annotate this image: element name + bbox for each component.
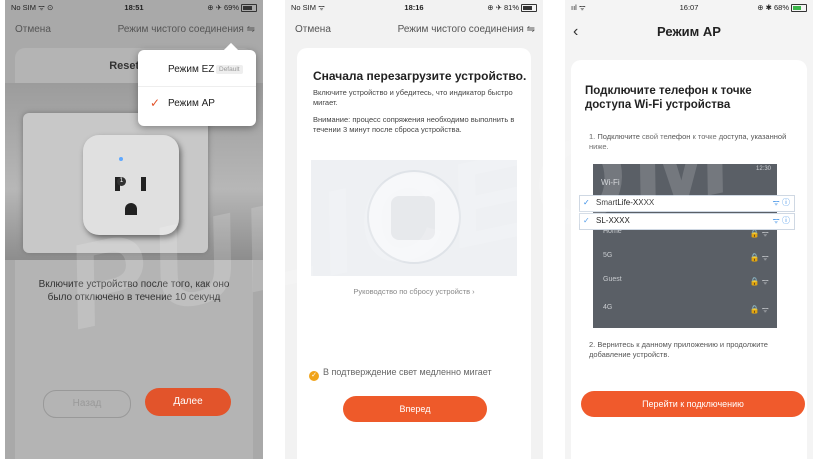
device-illustration bbox=[311, 160, 517, 276]
ground-hole bbox=[125, 203, 137, 215]
wifi-heading: Wi-Fi bbox=[601, 178, 620, 187]
next-button[interactable]: Далее bbox=[145, 388, 231, 416]
step-1-text: 1. Подключите свой телефон к точке досту… bbox=[589, 132, 787, 151]
wifi-info-icon: ᯤ ⓘ bbox=[772, 216, 790, 225]
checkmark-icon: ✓ bbox=[583, 198, 590, 207]
default-badge: Default bbox=[216, 65, 243, 74]
next-button[interactable]: Вперед bbox=[343, 396, 487, 422]
cancel-button[interactable]: Отмена bbox=[15, 24, 51, 35]
status-bar: ııl ᯤ 16:07 ⊕ ✱ 68% bbox=[571, 3, 807, 15]
wifi-signal-icon: 🔒 ᯤ bbox=[749, 253, 770, 262]
back-button[interactable]: Назад bbox=[43, 390, 131, 418]
wifi-info-icon: ᯤ ⓘ bbox=[772, 198, 790, 207]
warning-text: Внимание: процесс сопряжения необходимо … bbox=[313, 115, 515, 134]
plug-slot bbox=[141, 177, 146, 191]
connect-button[interactable]: Перейти к подключению bbox=[581, 391, 805, 417]
page-header: Режим AP bbox=[657, 24, 721, 39]
nav-bar: Отмена Режим чистого соединения ⇋ bbox=[295, 22, 535, 40]
page-title: Подключите телефон к точке доступа Wi-Fi… bbox=[585, 85, 752, 111]
highlighted-network-smartlife: ✓ SmartLife-XXXX ᯤ ⓘ bbox=[579, 195, 795, 212]
battery-status: ⊕ ✈ 81% bbox=[487, 3, 537, 13]
status-bar: No SIM ᯤ 18:16 ⊕ ✈ 81% bbox=[291, 3, 537, 15]
menu-item-ap-mode[interactable]: ✓ Режим AP bbox=[138, 90, 256, 120]
wifi-signal-icon: 🔒 ᯤ bbox=[749, 305, 770, 314]
nav-bar: Отмена Режим чистого соединения ⇋ bbox=[15, 22, 255, 40]
confirm-label: В подтверждение свет медленно мигает bbox=[323, 367, 492, 377]
wifi-signal-icon: 🔒 ᯤ bbox=[749, 277, 770, 286]
wifi-settings-illustration: 12:30 Wi-Fi Home 🔒 ᯤ 5G 🔒 ᯤ Guest 🔒 ᯤ 4G 🔒 ᯤ bbox=[593, 164, 777, 328]
battery-icon bbox=[791, 4, 807, 13]
instruction-text: Включите устройство после того, как оно … bbox=[38, 279, 230, 303]
subtitle-text: Включите устройство и убедитесь, что инд… bbox=[313, 88, 513, 107]
device-icon bbox=[391, 196, 435, 240]
menu-arrow bbox=[223, 42, 239, 58]
battery-icon bbox=[241, 4, 257, 13]
checkbox-checked-icon[interactable]: ✓ bbox=[309, 371, 319, 381]
phone-screen-reset: No SIM ᯤ 18:16 ⊕ ✈ 81% Отмена Режим чист… bbox=[285, 0, 543, 459]
wifi-time: 12:30 bbox=[755, 166, 771, 172]
step-2-text: 2. Вернитесь к данному приложению и прод… bbox=[589, 340, 768, 359]
indicator-led bbox=[119, 157, 123, 161]
battery-status: ⊕ ✱ 68% bbox=[757, 3, 807, 13]
wifi-network-item: 5G 🔒 ᯤ bbox=[603, 252, 770, 262]
smart-plug-image bbox=[83, 135, 179, 235]
cancel-button[interactable]: Отмена bbox=[295, 24, 331, 35]
wifi-network-item: 4G 🔒 ᯤ bbox=[603, 304, 770, 314]
reset-guide-link[interactable]: Руководство по сбросу устройств › bbox=[285, 287, 543, 296]
wifi-network-item: Guest 🔒 ᯤ bbox=[603, 276, 770, 286]
wifi-network-item: Home 🔒 ᯤ bbox=[603, 228, 769, 238]
step-number: 1 bbox=[117, 177, 126, 186]
phone-screen-ap-mode: ııl ᯤ 16:07 ⊕ ✱ 68% ‹ Режим AP Подключит… bbox=[565, 0, 813, 459]
checkmark-icon: ✓ bbox=[583, 216, 590, 225]
mode-switch-button[interactable]: Режим чистого соединения ⇋ bbox=[398, 24, 535, 35]
battery-status: ⊕ ✈ 69% bbox=[207, 3, 257, 13]
mode-dropdown-menu: Режим EZ Default ✓ Режим AP bbox=[138, 42, 256, 126]
menu-item-ez-mode[interactable]: Режим EZ Default bbox=[138, 56, 256, 87]
highlighted-network-sl: ✓ SL-XXXX ᯤ ⓘ bbox=[579, 213, 795, 230]
confirm-checkbox[interactable]: ✓ В подтверждение свет медленно мигает bbox=[309, 367, 503, 381]
checkmark-icon: ✓ bbox=[150, 96, 161, 110]
page-title: Сначала перезагрузите устройство. bbox=[313, 69, 527, 83]
status-bar: No SIM ᯤ ⊙ 18:51 ⊕ ✈ 69% bbox=[11, 3, 257, 15]
phone-screen-ez-mode: No SIM ᯤ ⊙ 18:51 ⊕ ✈ 69% Отмена Режим чи… bbox=[5, 0, 263, 459]
mode-switch-button[interactable]: Режим чистого соединения ⇋ bbox=[118, 24, 255, 35]
battery-icon bbox=[521, 4, 537, 13]
